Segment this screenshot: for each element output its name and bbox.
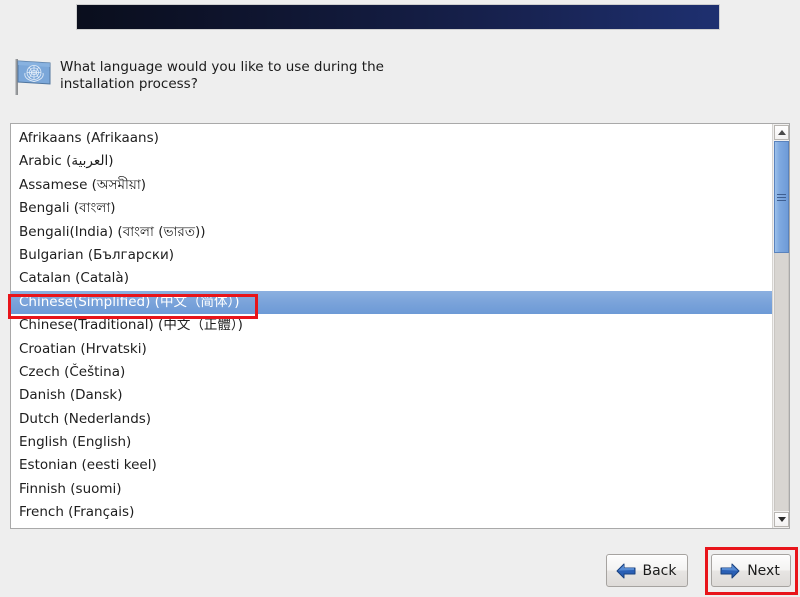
list-item[interactable]: Bengali(India) (বাংলা (ভারত)): [11, 221, 772, 244]
scrollbar-grip-icon: [777, 192, 786, 203]
list-item[interactable]: Bengali (বাংলা): [11, 197, 772, 220]
list-item[interactable]: Danish (Dansk): [11, 384, 772, 407]
list-item[interactable]: Czech (Čeština): [11, 361, 772, 384]
arrow-right-icon: [720, 563, 740, 579]
next-button[interactable]: Next: [711, 554, 791, 587]
list-item[interactable]: Chinese(Traditional) (中文（正體）): [11, 314, 772, 337]
banner-area: [0, 0, 800, 34]
scroll-down-button[interactable]: [774, 512, 789, 527]
list-item[interactable]: English (English): [11, 431, 772, 454]
scrollbar-thumb[interactable]: [774, 141, 789, 253]
list-item[interactable]: Estonian (eesti keel): [11, 454, 772, 477]
scroll-up-button[interactable]: [774, 125, 789, 140]
list-item[interactable]: Croatian (Hrvatski): [11, 338, 772, 361]
back-button-label: Back: [642, 562, 677, 579]
list-item[interactable]: French (Français): [11, 501, 772, 524]
chevron-up-icon: [777, 130, 786, 135]
language-listbox[interactable]: Afrikaans (Afrikaans) Arabic (العربية) A…: [10, 123, 790, 529]
list-item[interactable]: Bulgarian (Български): [11, 244, 772, 267]
list-item-selected[interactable]: Chinese(Simplified) (中文（简体）): [11, 290, 772, 315]
list-item[interactable]: Assamese (অসমীয়া): [11, 174, 772, 197]
chevron-down-icon: [777, 517, 786, 522]
list-item[interactable]: Catalan (Català): [11, 267, 772, 290]
prompt-row: What language would you like to use duri…: [10, 52, 710, 98]
list-item[interactable]: Afrikaans (Afrikaans): [11, 127, 772, 150]
list-item[interactable]: Finnish (suomi): [11, 478, 772, 501]
footer-bar: Back Next: [0, 548, 800, 597]
language-list-items[interactable]: Afrikaans (Afrikaans) Arabic (العربية) A…: [11, 124, 772, 528]
next-button-label: Next: [747, 562, 780, 579]
list-item[interactable]: Arabic (العربية): [11, 150, 772, 173]
installer-banner: [76, 4, 720, 30]
back-button[interactable]: Back: [606, 554, 688, 587]
vertical-scrollbar[interactable]: [772, 124, 789, 528]
list-item[interactable]: Dutch (Nederlands): [11, 408, 772, 431]
flag-icon: [10, 54, 54, 98]
arrow-left-icon: [616, 563, 636, 579]
prompt-text: What language would you like to use duri…: [60, 59, 384, 92]
